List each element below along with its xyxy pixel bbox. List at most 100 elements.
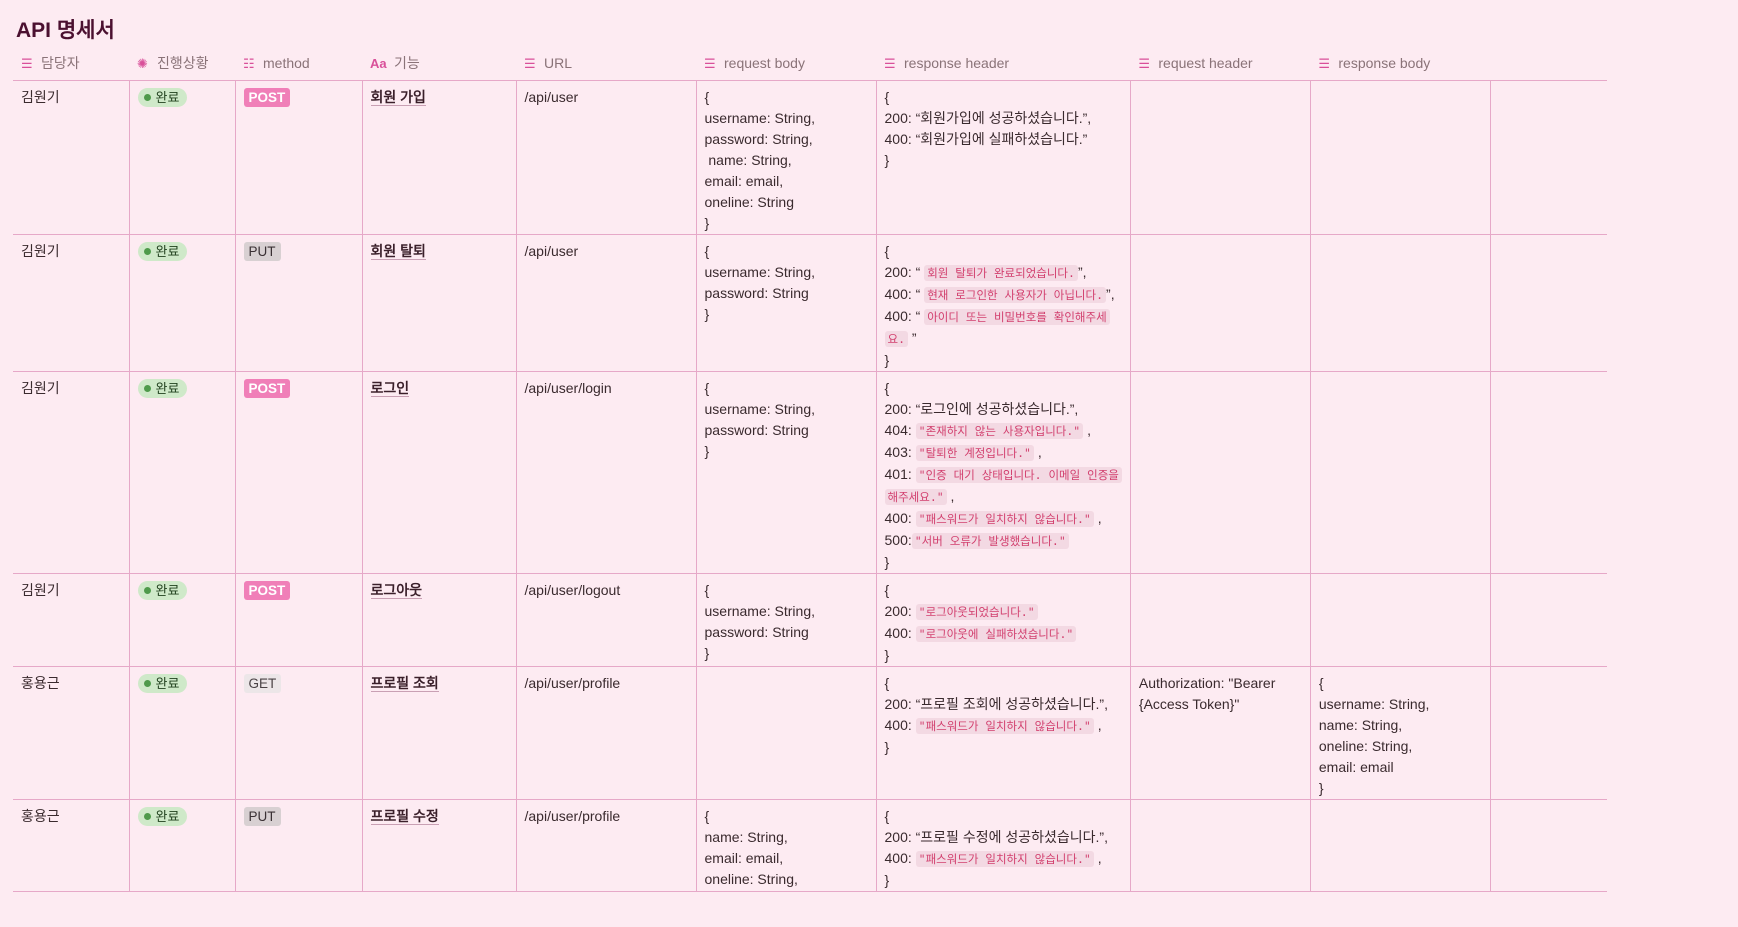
response-header-cell[interactable]: {200: “로그인에 성공하셨습니다.”, 404: "존재하지 않는 사용자입… bbox=[876, 371, 1131, 574]
response-body-cell[interactable]: {username: String, name: String, oneline: … bbox=[1310, 666, 1491, 800]
table-row[interactable]: 홍용근 완료 GET 프로필 조회/api/user/profile {200: “프로… bbox=[13, 666, 1608, 800]
request-body-cell[interactable] bbox=[696, 666, 877, 800]
response-body-cell[interactable] bbox=[1310, 799, 1491, 892]
text-segment: } bbox=[884, 872, 890, 888]
feature-cell[interactable]: 프로필 수정 bbox=[362, 799, 517, 892]
request-header-cell[interactable]: Authorization: "Bearer {Access Token}" bbox=[1130, 666, 1311, 800]
status-dot-icon bbox=[143, 587, 151, 594]
url-text: /api/user/profile bbox=[524, 808, 621, 824]
method-cell[interactable]: GET bbox=[235, 666, 363, 800]
notion-page: API 명세서 ☰ 담당자 ✺ 진행상황 ☷ method Aa 기능 ☰ URL ☰ request… bbox=[0, 0, 1738, 927]
feature-title[interactable]: 로그인 bbox=[370, 380, 410, 397]
owner-cell[interactable]: 김원기 bbox=[13, 573, 130, 667]
status-icon: ✺ bbox=[137, 55, 148, 71]
request-header-cell[interactable] bbox=[1130, 799, 1311, 892]
column-header[interactable]: ☰ request header bbox=[1130, 46, 1311, 81]
request-body-cell[interactable]: {username: String, password: String, name… bbox=[696, 80, 877, 235]
status-cell[interactable]: 완료 bbox=[129, 371, 236, 574]
request-header-cell[interactable] bbox=[1130, 371, 1311, 574]
request-body-cell[interactable]: {username: String, password: String} bbox=[696, 234, 877, 372]
request-header-cell[interactable] bbox=[1130, 80, 1311, 235]
owner-cell[interactable]: 김원기 bbox=[13, 234, 130, 372]
feature-cell[interactable]: 회원 탈퇴 bbox=[362, 234, 517, 372]
response-header-cell[interactable]: {200: “ 회원 탈퇴가 완료되었습니다.”, 400: “ 현재 로그인한 … bbox=[876, 234, 1131, 372]
feature-title[interactable]: 회원 탈퇴 bbox=[370, 243, 426, 260]
method-cell[interactable]: PUT bbox=[235, 799, 363, 892]
inline-code: "인증 대기 상태입니다. 이메일 인증을 bbox=[915, 467, 1122, 483]
owner-cell[interactable]: 김원기 bbox=[13, 80, 130, 235]
cell-line: 200: "로그아웃되었습니다." bbox=[885, 601, 1122, 623]
method-cell[interactable]: PUT bbox=[235, 234, 363, 372]
column-header[interactable]: ☰ response body bbox=[1310, 46, 1491, 81]
method-cell[interactable]: POST bbox=[235, 80, 363, 235]
method-cell[interactable]: POST bbox=[235, 371, 363, 574]
column-header[interactable]: ✺ 진행상황 bbox=[129, 46, 235, 81]
url-cell[interactable]: /api/user/login bbox=[516, 371, 697, 574]
url-cell[interactable]: /api/user/profile bbox=[516, 666, 697, 800]
response-body-cell[interactable] bbox=[1310, 80, 1491, 235]
feature-cell[interactable]: 프로필 조회 bbox=[362, 666, 517, 800]
cell-line: { bbox=[1318, 675, 1324, 691]
status-cell[interactable]: 완료 bbox=[129, 666, 236, 800]
text-segment: 400: bbox=[884, 850, 916, 866]
owner-cell[interactable]: 김원기 bbox=[13, 371, 130, 574]
status-cell[interactable]: 완료 bbox=[129, 80, 236, 235]
feature-title[interactable]: 회원 가입 bbox=[370, 89, 426, 106]
method-cell[interactable]: POST bbox=[235, 573, 363, 667]
status-cell[interactable]: 완료 bbox=[129, 234, 236, 372]
feature-cell[interactable]: 회원 가입 bbox=[362, 80, 517, 235]
url-cell[interactable]: /api/user/logout bbox=[516, 573, 697, 667]
status-cell[interactable]: 완료 bbox=[129, 573, 236, 667]
empty-cell[interactable] bbox=[1490, 573, 1608, 667]
column-header[interactable]: ☰ response header bbox=[876, 46, 1131, 81]
owner-cell[interactable]: 홍용근 bbox=[13, 799, 130, 892]
url-cell[interactable]: /api/user bbox=[516, 234, 697, 372]
request-header-cell[interactable] bbox=[1130, 573, 1311, 667]
feature-title[interactable]: 로그아웃 bbox=[370, 582, 423, 599]
column-header[interactable]: ☰ request body bbox=[696, 46, 876, 81]
response-header-cell[interactable]: {200: “프로필 조회에 성공하셨습니다.”, 400: "패스워드가 일치하… bbox=[876, 666, 1131, 800]
column-header[interactable]: ☰ 담당자 bbox=[13, 46, 129, 81]
feature-cell[interactable]: 로그아웃 bbox=[362, 573, 517, 667]
table-row[interactable]: 김원기 완료 POST 회원 가입/api/user {username: String… bbox=[13, 80, 1608, 235]
empty-cell[interactable] bbox=[1490, 80, 1608, 235]
request-body-cell[interactable]: {name: String, email: email, oneline: Stri… bbox=[696, 799, 877, 892]
status-dot-icon bbox=[143, 813, 151, 820]
feature-title[interactable]: 프로필 조회 bbox=[370, 675, 439, 692]
status-label: 완료 bbox=[155, 244, 180, 259]
cell-line: { bbox=[885, 580, 1122, 601]
response-header-cell[interactable]: {200: “회원가입에 성공하셨습니다.”, 400: “회원가입에 실패하셨습… bbox=[876, 80, 1131, 235]
response-body-cell[interactable] bbox=[1310, 371, 1491, 574]
response-header-cell[interactable]: {200: “프로필 수정에 성공하셨습니다.”, 400: "패스워드가 일치하… bbox=[876, 799, 1131, 892]
url-cell[interactable]: /api/user bbox=[516, 80, 697, 235]
table-row[interactable]: 홍용근 완료 PUT 프로필 수정/api/user/profile {name: St… bbox=[13, 799, 1608, 892]
request-body-cell[interactable]: {username: String, password: String} bbox=[696, 371, 877, 574]
cell-line: username: String, bbox=[704, 603, 816, 619]
url-text: /api/user/profile bbox=[524, 675, 621, 691]
text-segment: 200: “프로필 조회에 성공하셨습니다.”, bbox=[884, 696, 1108, 712]
column-header[interactable]: ☷ method bbox=[235, 46, 362, 81]
table-row[interactable]: 김원기 완료 POST 로그아웃/api/user/logout {username: … bbox=[13, 573, 1608, 667]
column-header[interactable]: Aa 기능 bbox=[362, 46, 516, 81]
empty-cell[interactable] bbox=[1490, 666, 1608, 800]
cell-line: name: String, bbox=[704, 829, 788, 845]
feature-title[interactable]: 프로필 수정 bbox=[370, 808, 439, 825]
request-body-cell[interactable]: {username: String, password: String} bbox=[696, 573, 877, 667]
request-body-text: {username: String, password: String, name… bbox=[705, 87, 868, 234]
response-body-cell[interactable] bbox=[1310, 234, 1491, 372]
request-header-cell[interactable] bbox=[1130, 234, 1311, 372]
status-cell[interactable]: 완료 bbox=[129, 799, 236, 892]
response-header-cell[interactable]: {200: "로그아웃되었습니다." 400: "로그아웃에 실패하셨습니다."} bbox=[876, 573, 1131, 667]
column-header[interactable]: ☰ URL bbox=[516, 46, 696, 81]
cell-line: {Access Token}" bbox=[1138, 696, 1240, 712]
empty-cell[interactable] bbox=[1490, 799, 1608, 892]
empty-cell[interactable] bbox=[1490, 234, 1608, 372]
table-row[interactable]: 김원기 완료 PUT 회원 탈퇴/api/user {username: String,… bbox=[13, 234, 1608, 372]
owner-cell[interactable]: 홍용근 bbox=[13, 666, 130, 800]
response-body-cell[interactable] bbox=[1310, 573, 1491, 667]
empty-cell[interactable] bbox=[1490, 371, 1608, 574]
url-cell[interactable]: /api/user/profile bbox=[516, 799, 697, 892]
feature-cell[interactable]: 로그인 bbox=[362, 371, 517, 574]
table-row[interactable]: 김원기 완료 POST 로그인/api/user/login {username: St… bbox=[13, 371, 1608, 574]
cell-line: 400: "패스워드가 일치하지 않습니다." , bbox=[885, 715, 1122, 737]
